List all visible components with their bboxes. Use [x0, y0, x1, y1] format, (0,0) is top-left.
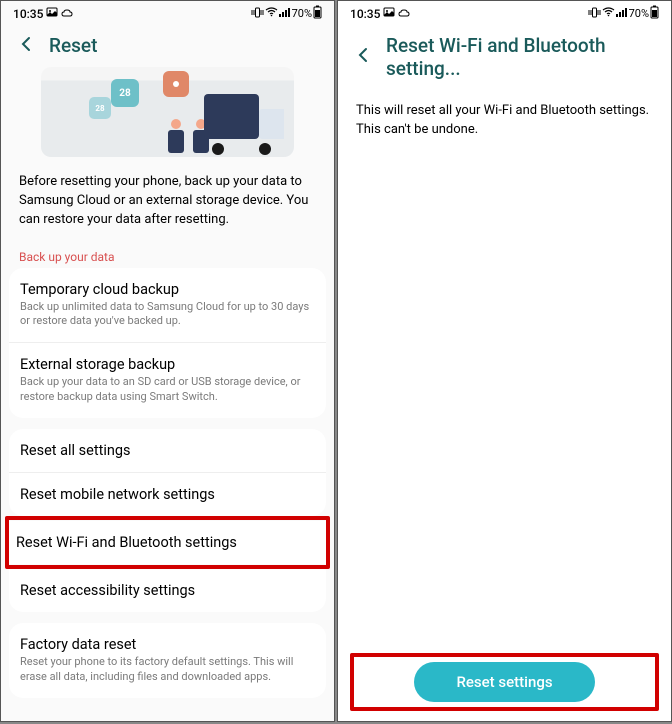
- reset-wifi-bluetooth-settings[interactable]: Reset Wi-Fi and Bluetooth settings: [9, 521, 326, 564]
- contacts-icon: [163, 71, 189, 97]
- reset-settings-button[interactable]: Reset settings: [414, 662, 594, 702]
- back-button[interactable]: [17, 35, 35, 57]
- intro-text: Before resetting your phone, back up you…: [1, 165, 334, 238]
- cloud-icon: [398, 7, 410, 21]
- status-bar: 10:35 70%: [1, 1, 334, 24]
- description-text: This will reset all your Wi-Fi and Bluet…: [338, 90, 671, 152]
- image-icon: [383, 6, 395, 21]
- option-subtitle: Back up unlimited data to Samsung Cloud …: [20, 300, 315, 330]
- reset-options-group-contd: Reset accessibility settings: [9, 569, 326, 612]
- vibrate-icon: [251, 7, 264, 21]
- image-icon: [46, 6, 58, 21]
- backup-section-label: Back up your data: [1, 238, 334, 268]
- option-title: Temporary cloud backup: [20, 281, 315, 298]
- header: Reset Wi-Fi and Bluetooth setting...: [338, 24, 671, 90]
- backup-options-group: Temporary cloud backup Back up unlimited…: [9, 268, 326, 418]
- option-subtitle: Back up your data to an SD card or USB s…: [20, 375, 315, 405]
- person-illustration: [166, 119, 186, 154]
- wifi-icon: [602, 7, 615, 20]
- page-title: Reset Wi-Fi and Bluetooth setting...: [386, 34, 655, 80]
- option-title: Factory data reset: [20, 636, 315, 653]
- factory-data-reset[interactable]: Factory data reset Reset your phone to i…: [9, 623, 326, 698]
- calendar-icon-small: 28: [89, 97, 111, 119]
- status-time: 10:35: [350, 7, 380, 21]
- status-bar: 10:35 70%: [338, 1, 671, 24]
- back-button[interactable]: [354, 46, 372, 68]
- highlighted-button: Reset settings: [350, 653, 659, 711]
- reset-accessibility-settings[interactable]: Reset accessibility settings: [9, 569, 326, 612]
- reset-all-settings[interactable]: Reset all settings: [9, 429, 326, 472]
- reset-options-group: Reset all settings Reset mobile network …: [9, 429, 326, 516]
- left-phone-screen: 10:35 70% Res: [0, 0, 335, 722]
- signal-icon: [616, 7, 628, 20]
- battery-percent: 70%: [292, 7, 312, 20]
- calendar-icon: 28: [111, 79, 139, 107]
- signal-icon: [279, 7, 291, 20]
- cloud-icon: [61, 7, 73, 21]
- battery-icon: [313, 5, 322, 22]
- right-phone-screen: 10:35 70% Res: [337, 0, 672, 722]
- reset-mobile-network-settings[interactable]: Reset mobile network settings: [9, 472, 326, 516]
- status-time: 10:35: [13, 7, 43, 21]
- option-title: External storage backup: [20, 356, 315, 373]
- highlighted-option: Reset Wi-Fi and Bluetooth settings: [5, 516, 330, 569]
- header: Reset: [1, 24, 334, 67]
- truck-illustration: [204, 94, 284, 154]
- bottom-action-area: Reset settings: [338, 653, 671, 721]
- page-title: Reset: [49, 34, 97, 57]
- external-storage-backup[interactable]: External storage backup Back up your dat…: [9, 342, 326, 418]
- battery-icon: [650, 5, 659, 22]
- wifi-icon: [265, 7, 278, 20]
- vibrate-icon: [588, 7, 601, 21]
- factory-reset-group: Factory data reset Reset your phone to i…: [9, 623, 326, 698]
- temporary-cloud-backup[interactable]: Temporary cloud backup Back up unlimited…: [9, 268, 326, 343]
- option-subtitle: Reset your phone to its factory default …: [20, 655, 315, 685]
- illustration-banner: 28 28: [41, 67, 294, 157]
- battery-percent: 70%: [629, 7, 649, 20]
